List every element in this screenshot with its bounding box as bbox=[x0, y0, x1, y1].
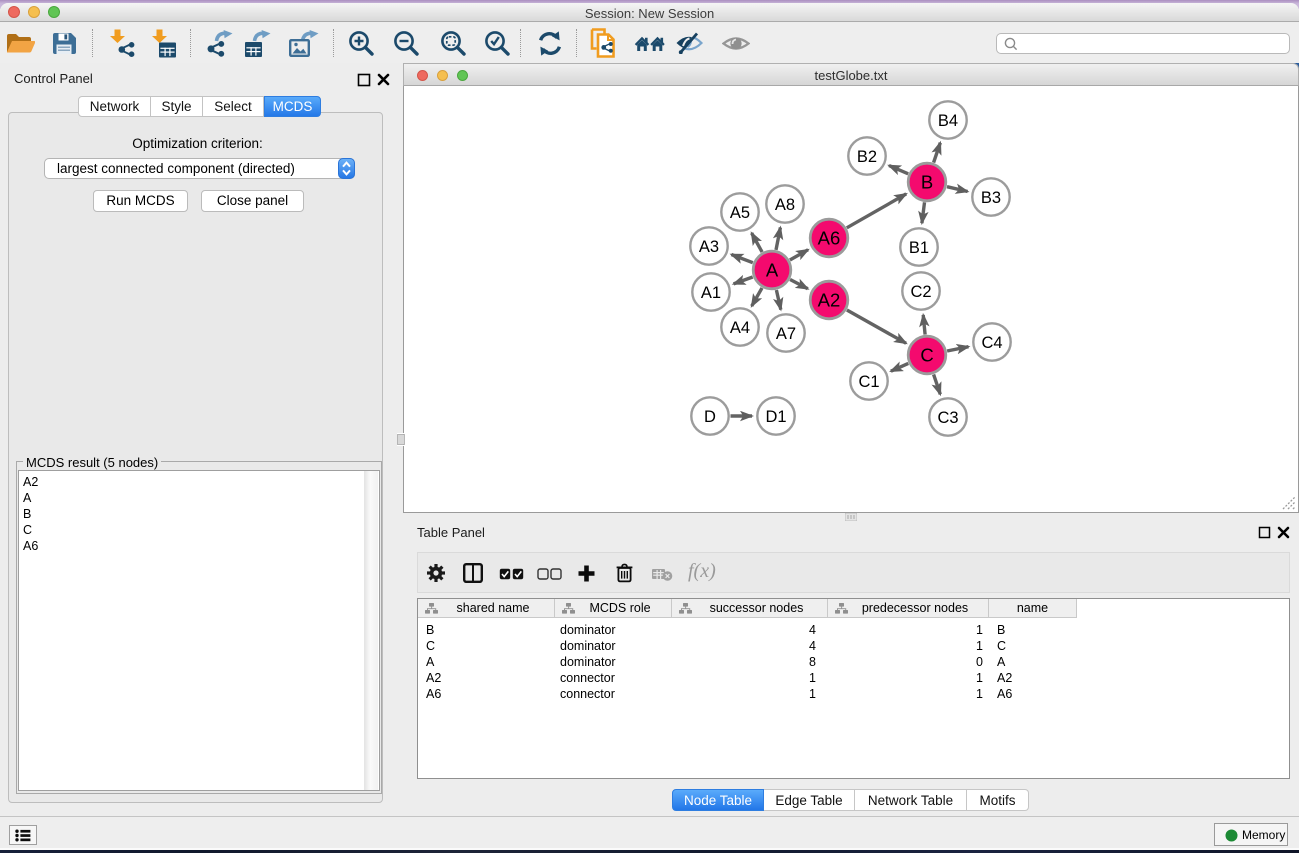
svg-text:A6: A6 bbox=[818, 228, 841, 249]
svg-text:B2: B2 bbox=[857, 148, 877, 166]
svg-text:C3: C3 bbox=[937, 409, 958, 427]
svg-text:D: D bbox=[704, 408, 716, 426]
svg-text:A1: A1 bbox=[701, 284, 721, 302]
svg-text:C: C bbox=[920, 345, 933, 366]
svg-text:C1: C1 bbox=[858, 373, 879, 391]
svg-text:A: A bbox=[766, 260, 779, 281]
svg-text:B3: B3 bbox=[981, 189, 1001, 207]
svg-text:A7: A7 bbox=[776, 325, 796, 343]
svg-text:A4: A4 bbox=[730, 319, 750, 337]
svg-text:D1: D1 bbox=[765, 408, 786, 426]
svg-text:A3: A3 bbox=[699, 238, 719, 256]
svg-text:B1: B1 bbox=[909, 239, 929, 257]
svg-text:C4: C4 bbox=[981, 334, 1002, 352]
svg-text:B4: B4 bbox=[938, 112, 958, 130]
svg-text:A5: A5 bbox=[730, 204, 750, 222]
svg-text:C2: C2 bbox=[910, 283, 931, 301]
svg-text:B: B bbox=[921, 172, 933, 193]
svg-text:A8: A8 bbox=[775, 196, 795, 214]
svg-text:A2: A2 bbox=[818, 290, 841, 311]
